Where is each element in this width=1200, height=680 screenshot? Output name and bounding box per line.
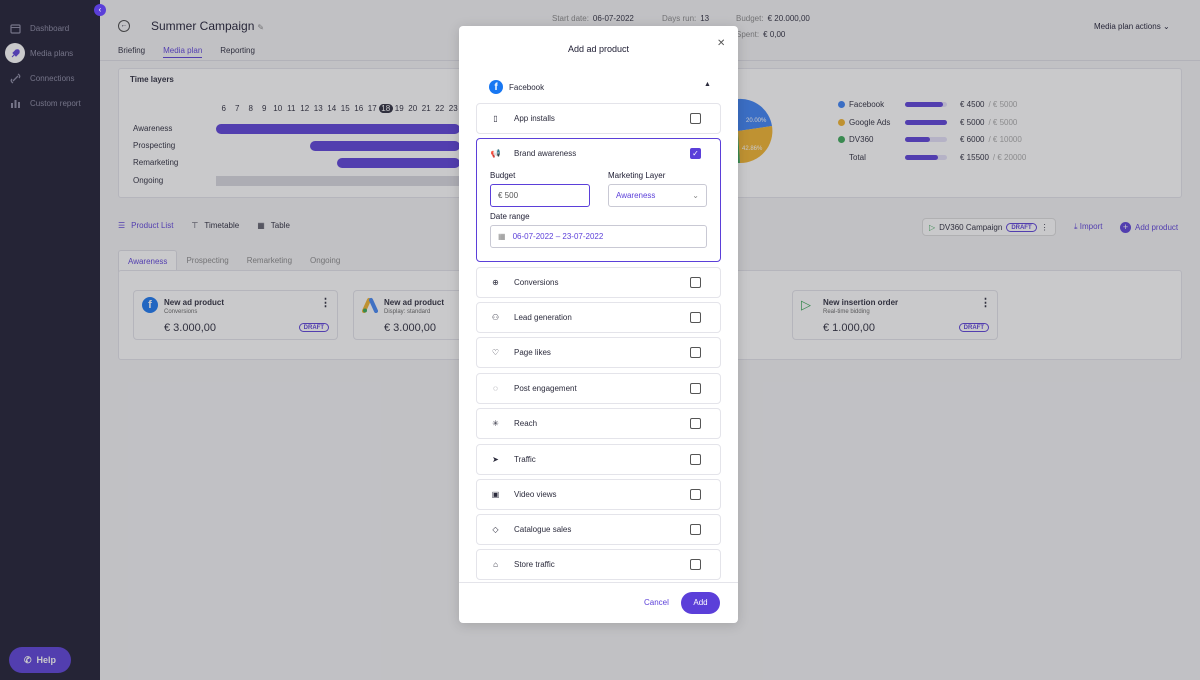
platform-header[interactable]: f Facebook	[489, 80, 544, 94]
ad-option-catalogue-sales[interactable]: ◇ Catalogue sales	[476, 514, 721, 545]
marketing-layer-value: Awareness	[616, 191, 656, 200]
option-checkbox[interactable]	[690, 383, 701, 394]
marketing-layer-select[interactable]: Awareness ⌄	[608, 184, 707, 207]
collapse-sidebar-icon[interactable]: ‹	[94, 4, 106, 16]
heart-icon: ♡	[491, 348, 500, 357]
ad-option-app-installs[interactable]: ▯ App installs	[476, 103, 721, 134]
option-checkbox[interactable]	[690, 418, 701, 429]
store-icon: ⌂	[493, 560, 498, 569]
budget-field[interactable]: € 500	[490, 184, 590, 207]
video-camera-icon: ▣	[491, 490, 500, 499]
ad-option-video-views[interactable]: ▣ Video views	[476, 479, 721, 510]
cursor-icon: ➤	[492, 455, 499, 464]
date-range-label: Date range	[490, 212, 530, 221]
option-label: Reach	[514, 419, 538, 428]
option-label: Lead generation	[514, 313, 572, 322]
option-label: Brand awareness	[514, 149, 577, 158]
platform-name: Facebook	[509, 82, 545, 92]
option-checkbox[interactable]	[690, 559, 701, 570]
ad-option-post-engagement[interactable]: ◌ Post engagement	[476, 373, 721, 404]
calendar-icon: ▦	[498, 232, 506, 241]
modal-title: Add ad product	[567, 44, 630, 54]
ad-option-page-likes[interactable]: ♡ Page likes	[476, 337, 721, 368]
cancel-button[interactable]: Cancel	[644, 598, 669, 607]
date-range-value: 06-07-2022 – 23-07-2022	[512, 232, 604, 241]
add-user-icon: ⚇	[491, 313, 500, 322]
option-checkbox[interactable]	[690, 277, 701, 288]
ad-option-store-traffic[interactable]: ⌂ Store traffic	[476, 549, 721, 580]
option-label: Post engagement	[514, 384, 577, 393]
option-label: App installs	[514, 114, 555, 123]
close-icon[interactable]: ✕	[717, 38, 725, 49]
add-button[interactable]: Add	[681, 592, 720, 614]
option-label: Conversions	[514, 278, 559, 287]
chevron-down-icon: ⌄	[692, 191, 699, 200]
option-checkbox[interactable]: ✓	[690, 148, 701, 159]
option-label: Catalogue sales	[514, 525, 572, 534]
add-ad-product-modal: Add ad product ✕ f Facebook ▲ ▯ App insta…	[459, 26, 738, 623]
marketing-layer-label: Marketing Layer	[608, 171, 666, 180]
megaphone-icon: 📢	[490, 149, 501, 158]
ad-option-conversions[interactable]: ⊕ Conversions	[476, 267, 721, 298]
option-checkbox[interactable]	[690, 454, 701, 465]
option-label: Store traffic	[514, 560, 555, 569]
option-checkbox[interactable]	[690, 347, 701, 358]
date-range-field[interactable]: ▦ 06-07-2022 – 23-07-2022	[490, 225, 707, 248]
tag-icon: ◇	[492, 525, 499, 534]
option-label: Traffic	[514, 455, 536, 464]
reach-icon: ✳	[492, 419, 499, 428]
option-checkbox[interactable]	[690, 524, 701, 535]
facebook-logo-icon: f	[489, 80, 503, 94]
caret-up-icon[interactable]: ▲	[704, 81, 711, 88]
budget-field-label: Budget	[490, 171, 516, 180]
option-checkbox[interactable]	[690, 312, 701, 323]
phone-download-icon: ▯	[493, 114, 498, 123]
option-label: Video views	[514, 490, 557, 499]
ad-option-traffic[interactable]: ➤ Traffic	[476, 444, 721, 475]
ad-option-lead-generation[interactable]: ⚇ Lead generation	[476, 302, 721, 333]
chat-bubble-icon: ◌	[493, 384, 498, 393]
option-checkbox[interactable]	[690, 113, 701, 124]
ad-option-reach[interactable]: ✳ Reach	[476, 408, 721, 439]
modal-footer-divider	[459, 582, 738, 583]
globe-icon: ⊕	[492, 278, 499, 287]
option-checkbox[interactable]	[690, 489, 701, 500]
option-label: Page likes	[514, 348, 551, 357]
